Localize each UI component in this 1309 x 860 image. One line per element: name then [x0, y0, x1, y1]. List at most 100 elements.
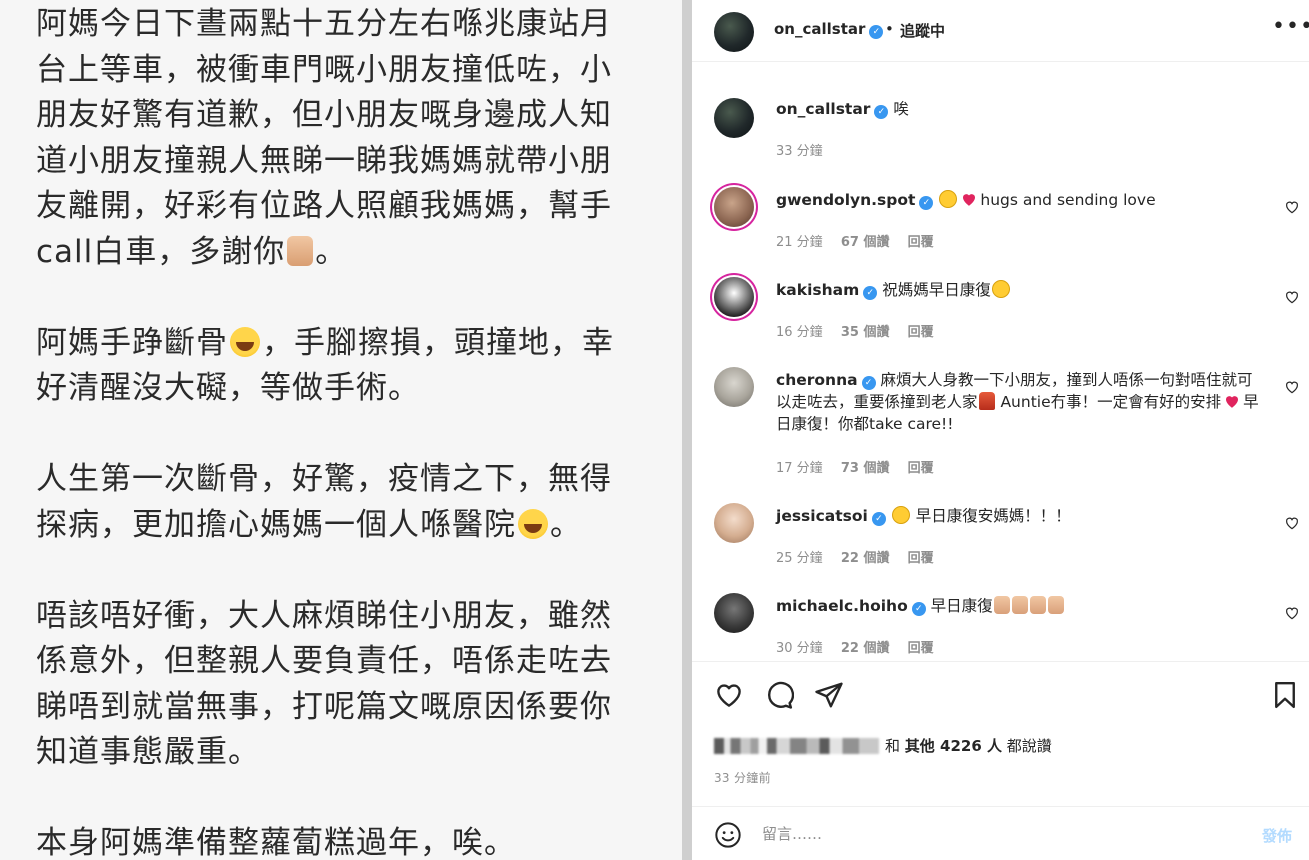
- comment-body: jessicatsoi ✓ 早日康復安媽媽！！！: [776, 505, 1266, 527]
- commenter-avatar[interactable]: [714, 277, 754, 317]
- comment-username[interactable]: jessicatsoi: [776, 507, 868, 525]
- more-options-icon[interactable]: •••: [1272, 14, 1309, 39]
- comment-time[interactable]: 30 分鐘: [776, 641, 823, 656]
- author-avatar[interactable]: [714, 12, 754, 52]
- text-line: 道小朋友撞親人無睇一睇我媽媽就帶小朋: [36, 142, 612, 179]
- comment-likes[interactable]: 22 個讚: [841, 551, 890, 566]
- share-paper-plane-icon[interactable]: [814, 680, 844, 710]
- author-avatar[interactable]: [714, 98, 754, 138]
- verified-badge-icon: ✓: [871, 512, 886, 526]
- reply-button[interactable]: 回覆: [908, 235, 934, 250]
- like-comment-heart-icon[interactable]: [1284, 515, 1300, 531]
- like-heart-icon[interactable]: [714, 680, 744, 710]
- paragraph-3: 人生第一次斷骨，好驚，疫情之下，無得 探病，更加擔心媽媽一個人喺醫院。: [36, 457, 636, 548]
- sad-face-emoji-icon: [991, 280, 1010, 298]
- like-comment-heart-icon[interactable]: [1284, 199, 1300, 215]
- commenter-avatar[interactable]: [714, 503, 754, 543]
- reply-button[interactable]: 回覆: [908, 551, 934, 566]
- caption-time[interactable]: 33 分鐘: [776, 144, 823, 159]
- comment-username[interactable]: michaelc.hoiho: [776, 597, 908, 615]
- comment-time[interactable]: 17 分鐘: [776, 461, 823, 476]
- verified-badge-icon: ✓: [911, 602, 926, 616]
- comment-username[interactable]: cheronna: [776, 371, 858, 389]
- comment-meta: 21 分鐘 67 個讚 回覆: [776, 231, 948, 250]
- text-line: 人生第一次斷骨，好驚，疫情之下，無得: [36, 461, 612, 497]
- folded-hands-emoji-icon: [1029, 596, 1046, 614]
- post-header: on_callstar ✓ • 追蹤中 •••: [692, 0, 1309, 62]
- comment-input-bar: 發佈: [692, 806, 1309, 860]
- commenter-avatar[interactable]: [714, 187, 754, 227]
- comment-body: kakisham ✓ 祝媽媽早日康復: [776, 279, 1266, 301]
- image-panel-divider: [682, 0, 692, 860]
- text-line: ，手腳擦損，頭撞地，幸: [262, 324, 614, 361]
- likes-summary: 和 其他 4226 人 都說讚: [714, 735, 1052, 756]
- text-line: 知道事態嚴重。: [36, 734, 260, 770]
- text-line: 台上等車，被衝車門嘅小朋友撞低咗，小: [36, 51, 612, 88]
- folded-hands-emoji-icon: [1047, 596, 1064, 614]
- post-timestamp[interactable]: 33 分鐘前: [714, 769, 771, 786]
- post-comment-button[interactable]: 發佈: [1262, 825, 1292, 846]
- sad-face-emoji-icon: [891, 506, 910, 524]
- comment-time[interactable]: 16 分鐘: [776, 325, 823, 340]
- likes-others-link[interactable]: 其他 4226 人: [905, 737, 1002, 755]
- comment-likes[interactable]: 35 個讚: [841, 325, 890, 340]
- comment-time[interactable]: 25 分鐘: [776, 551, 823, 566]
- comment-username[interactable]: kakisham: [776, 281, 859, 299]
- comment-body: michaelc.hoiho ✓ 早日康復: [776, 595, 1266, 617]
- reply-button[interactable]: 回覆: [908, 641, 934, 656]
- folded-hands-emoji-icon: [993, 596, 1010, 614]
- caption-username[interactable]: on_callstar: [776, 100, 870, 118]
- author-username[interactable]: on_callstar: [774, 20, 865, 38]
- text-line: 友離開，好彩有位路人照顧我媽媽，幫手: [36, 188, 612, 224]
- reply-button[interactable]: 回覆: [908, 325, 934, 340]
- post-side-panel: on_callstar ✓ • 追蹤中 ••• on_callstar ✓ 唉 33…: [692, 0, 1309, 860]
- verified-badge-icon: ✓: [869, 25, 884, 39]
- comments-list[interactable]: on_callstar ✓ 唉 33 分鐘 gwendolyn.spot ✓ hug…: [692, 63, 1309, 660]
- text-line: 朋友好驚有道歉，但小朋友嘅身邊成人知: [36, 97, 612, 133]
- verified-badge-icon: ✓: [863, 286, 878, 300]
- comment-meta: 17 分鐘 73 個讚 回覆: [776, 457, 948, 476]
- comment-likes[interactable]: 73 個讚: [841, 461, 890, 476]
- like-comment-heart-icon[interactable]: [1284, 605, 1300, 621]
- text-line: 。: [315, 233, 348, 270]
- post-image-text: 阿媽今日下晝兩點十五分左右喺兆康站月 台上等車，被衝車門嘅小朋友撞低咗，小 朋友…: [36, 2, 636, 860]
- likes-suffix: 都說讚: [1006, 737, 1052, 755]
- crying-face-emoji-icon: [230, 326, 260, 357]
- text-line: 。: [550, 506, 582, 543]
- caption-meta: 33 分鐘: [776, 140, 837, 159]
- caption-body: on_callstar ✓ 唉: [776, 98, 1266, 120]
- comment-text: 早日康復安媽媽！！！: [910, 507, 1071, 525]
- paragraph-2: 阿媽手踭斷骨 ，手腳擦損，頭撞地，幸 好清醒沒大礙，等做手術。: [36, 321, 636, 412]
- folded-hands-emoji-icon: [1011, 596, 1028, 614]
- emoji-smile-icon[interactable]: [714, 821, 742, 849]
- text-line: 本身阿媽準備整蘿蔔糕過年，唉。: [36, 825, 516, 860]
- text-line: 唔該唔好衝，大人麻煩睇住小朋友，雖然: [36, 597, 612, 634]
- comment-time[interactable]: 21 分鐘: [776, 235, 823, 250]
- text-line: call白車，多謝你: [36, 233, 286, 270]
- comment-input[interactable]: [762, 821, 1242, 847]
- likes-and-label: 和: [885, 737, 901, 755]
- comment-text: 祝媽媽早日康復: [882, 281, 991, 299]
- reply-button[interactable]: 回覆: [908, 461, 934, 476]
- older-woman-emoji-icon: [978, 392, 995, 410]
- red-heart-emoji-icon: [963, 194, 976, 206]
- paragraph-5: 本身阿媽準備整蘿蔔糕過年，唉。: [36, 821, 636, 860]
- comment-text-part-2: Auntie冇事！一定會有好的安排: [995, 393, 1222, 411]
- commenter-avatar[interactable]: [714, 593, 754, 633]
- text-line: 阿媽手踭斷骨: [36, 324, 228, 361]
- like-comment-heart-icon[interactable]: [1284, 289, 1300, 305]
- comment-likes[interactable]: 22 個讚: [841, 641, 890, 656]
- commenter-avatar[interactable]: [714, 367, 754, 407]
- save-bookmark-icon[interactable]: [1270, 680, 1300, 710]
- verified-badge-icon: ✓: [919, 196, 934, 210]
- paragraph-4: 唔該唔好衝，大人麻煩睇住小朋友，雖然 係意外，但整親人要負責任，唔係走咗去 睇唔…: [36, 594, 636, 776]
- separator-dot: •: [885, 20, 894, 38]
- post-actions: 和 其他 4226 人 都說讚 33 分鐘前: [692, 661, 1309, 806]
- following-button[interactable]: 追蹤中: [900, 20, 945, 41]
- comment-likes[interactable]: 67 個讚: [841, 235, 890, 250]
- like-comment-heart-icon[interactable]: [1284, 379, 1300, 395]
- text-line: 睇唔到就當無事，打呢篇文嘅原因係要你: [36, 688, 612, 725]
- caption-text: 唉: [893, 100, 909, 118]
- comment-username[interactable]: gwendolyn.spot: [776, 191, 915, 209]
- comment-bubble-icon[interactable]: [764, 680, 794, 710]
